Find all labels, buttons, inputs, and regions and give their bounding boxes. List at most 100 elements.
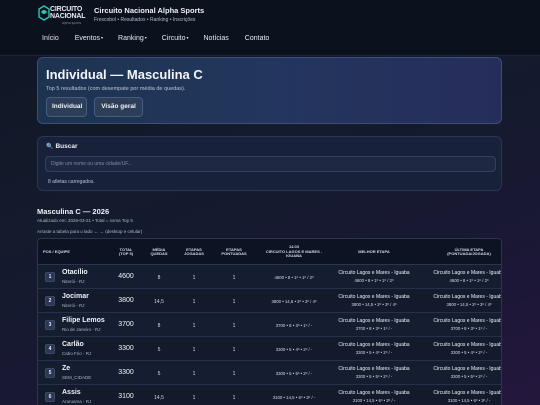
best-etapa-name: Circuito Lagos e Mares - Iguaba [338, 390, 410, 396]
athlete-name[interactable]: Jocimar [62, 293, 89, 300]
brand[interactable]: CIRCUITO NACIONAL alpha sports Circuito … [37, 5, 204, 27]
last-etapa-cell: Circuito Lagos e Mares - Iguaba 3800 • 14… [423, 294, 501, 307]
best-etapa-detail: 3800 • 14,5 • 2º • 3º / 4º [351, 302, 397, 307]
th-jogadas-b: JOGADAS [184, 251, 204, 256]
nav-label: Eventos [74, 35, 101, 42]
nav-label: Início [42, 35, 59, 42]
etapa-detail-cell: 3800 • 14,5 • 2º • 3º / 4º [271, 299, 317, 304]
last-etapa-cell: Circuito Lagos e Mares - Iguaba 3700 • 8 … [423, 318, 501, 331]
last-etapa-cell: Circuito Lagos e Mares - Iguaba 4600 • 8 … [423, 270, 502, 283]
nav-item-eventos[interactable]: Eventos▾ [75, 35, 103, 42]
athlete-name[interactable]: Filipe Lemos [62, 317, 105, 324]
jogadas-cell: 1 [192, 323, 196, 329]
jogadas-cell: 1 [192, 347, 196, 353]
table-row[interactable]: 3 Filipe Lemos Rio de Janeiro - RJ 3700 8 1 1 3… [38, 313, 501, 337]
best-etapa-detail: 3300 • 5 • 4º • 2º / - [355, 350, 393, 355]
individual-button[interactable]: Individual [46, 97, 87, 117]
best-etapa-name: Circuito Lagos e Mares - Iguaba [338, 294, 410, 300]
last-etapa-detail: 3700 • 8 • 3º • 1º / - [450, 326, 488, 331]
table-row[interactable]: 6 Assis Araruama - RJ 3100 14,5 1 1 3100 • 14,5… [38, 385, 502, 405]
athlete-name[interactable]: Ze [62, 365, 70, 372]
media-cell: 14,5 [154, 299, 164, 305]
overview-button[interactable]: Visão geral [94, 97, 143, 117]
pontuadas-cell: 1 [232, 347, 236, 353]
category-title: Masculina C — 2026 [37, 207, 110, 216]
loaded-count: 8 atletas carregados. [48, 179, 95, 185]
best-etapa-cell: Circuito Lagos e Mares - Iguaba 3100 • 14… [323, 390, 425, 403]
media-cell: 5 [157, 347, 161, 353]
total-cell: 3100 [118, 393, 134, 400]
athlete-city: Araruama - RJ [62, 399, 92, 404]
last-etapa-name: Circuito Lagos e Mares - Iguaba [433, 270, 502, 276]
table-row[interactable]: 4 Carlão Cabo Frio - RJ 3300 5 1 1 3300 • 5 • 4… [38, 337, 502, 361]
nav-item-circuito[interactable]: Circuito▾ [162, 35, 189, 42]
top-bar: CIRCUITO NACIONAL alpha sports Circuito … [0, 0, 540, 56]
best-etapa-detail: 4600 • 8 • 1º • 1º / 2º [354, 278, 394, 283]
last-etapa-cell: Circuito Lagos e Mares - Iguaba 3300 • 5 … [423, 366, 501, 379]
chevron-down-icon: ▾ [186, 35, 189, 40]
total-cell: 4600 [118, 273, 134, 280]
media-cell: 8 [157, 275, 161, 281]
table-row[interactable]: 5 Ze SEM_CIDADE 3300 5 1 1 3300 • 5 • 5º • 2º /… [38, 361, 501, 385]
table-row[interactable]: 2 Jocimar Niterói - RJ 3800 14,5 1 1 3800 • 14,… [38, 289, 501, 313]
pontuadas-cell: 1 [232, 371, 236, 377]
best-etapa-cell: Circuito Lagos e Mares - Iguaba 3700 • 8 … [323, 318, 425, 331]
table-row[interactable]: 1 Otacílio Niterói - RJ 4600 8 1 1 4600 • 8 • 1… [38, 265, 502, 289]
athlete-name[interactable]: Carlão [62, 341, 84, 348]
pontuadas-cell: 1 [232, 323, 236, 329]
best-etapa-name: Circuito Lagos e Mares - Iguaba [338, 270, 410, 276]
search-card: 🔍Buscar 8 atletas carregados. [37, 136, 502, 191]
ranking-table[interactable]: POS / EQUIPE TOTAL (TOP 5) MÉDIA QUEDAS ET… [37, 238, 502, 405]
th-pontuadas-b: PONTUADAS [221, 251, 247, 256]
pontuadas-cell: 1 [232, 395, 236, 401]
best-etapa-name: Circuito Lagos e Mares - Iguaba [338, 366, 410, 372]
position-badge: 4 [45, 344, 55, 354]
pontuadas-cell: 1 [232, 275, 236, 281]
best-etapa-detail: 3700 • 8 • 3º • 1º / - [355, 326, 393, 331]
nav-label: Circuito [161, 35, 186, 42]
media-cell: 8 [157, 323, 161, 329]
th-best: MELHOR ETAPA [358, 248, 390, 254]
best-etapa-cell: Circuito Lagos e Mares - Iguaba 3800 • 14… [323, 294, 425, 307]
best-etapa-detail: 3300 • 5 • 5º • 2º / - [355, 374, 393, 379]
logo-sub: alpha sports [62, 21, 82, 25]
logo-line1: CIRCUITO [50, 6, 83, 13]
jogadas-cell: 1 [192, 395, 196, 401]
nav-item-ranking[interactable]: Ranking▾ [118, 35, 147, 42]
athlete-city: Rio de Janeiro - RJ [62, 327, 101, 332]
media-cell: 5 [157, 371, 161, 377]
last-etapa-name: Circuito Lagos e Mares - Iguaba [433, 342, 502, 348]
main-nav: Início Eventos▾ Ranking▾ Circuito▾ Notíc… [42, 35, 285, 42]
search-input[interactable] [45, 156, 496, 172]
best-etapa-cell: Circuito Lagos e Mares - Iguaba 3300 • 5 … [323, 342, 425, 355]
athlete-city: Niterói - RJ [62, 303, 85, 308]
last-etapa-detail: 3800 • 14,5 • 2º • 3º / 4º [446, 302, 492, 307]
best-etapa-name: Circuito Lagos e Mares - Iguaba [338, 342, 410, 348]
search-icon: 🔍 [46, 144, 54, 150]
best-etapa-name: Circuito Lagos e Mares - Iguaba [338, 318, 410, 324]
athlete-city: Niterói - RJ [62, 279, 85, 284]
position-badge: 6 [45, 392, 55, 402]
athlete-name[interactable]: Otacílio [62, 269, 88, 276]
th-jogadas: ETAPAS JOGADAS [178, 239, 210, 265]
logo-line2: NACIONAL [50, 13, 86, 20]
last-etapa-detail: 3300 • 5 • 4º • 2º / - [450, 350, 488, 355]
search-label: 🔍 Buscar [46, 143, 78, 150]
nav-item-inicio[interactable]: Início [42, 35, 60, 42]
total-cell: 3700 [118, 321, 134, 328]
th-pontuadas: ETAPAS PONTUADAS [218, 239, 250, 265]
last-etapa-name: Circuito Lagos e Mares - Iguaba [433, 390, 502, 396]
nav-item-noticias[interactable]: Notícias [204, 35, 230, 42]
th-det-c: IGUABA [286, 253, 302, 259]
total-cell: 3300 [118, 345, 134, 352]
brand-logo: CIRCUITO NACIONAL alpha sports [37, 5, 89, 27]
page-subtitle: Top 5 resultados (com desempate por médi… [46, 86, 186, 92]
chevron-down-icon: ▾ [144, 35, 147, 40]
last-etapa-cell: Circuito Lagos e Mares - Iguaba 3100 • 14… [423, 390, 502, 403]
etapa-detail-cell: 3300 • 5 • 4º • 2º / - [275, 347, 313, 352]
nav-item-contato[interactable]: Contato [245, 35, 271, 42]
best-etapa-cell: Circuito Lagos e Mares - Iguaba 3300 • 5 … [323, 366, 425, 379]
jogadas-cell: 1 [192, 299, 196, 305]
athlete-name[interactable]: Assis [62, 389, 81, 396]
best-etapa-cell: Circuito Lagos e Mares - Iguaba 4600 • 8 … [323, 270, 425, 283]
